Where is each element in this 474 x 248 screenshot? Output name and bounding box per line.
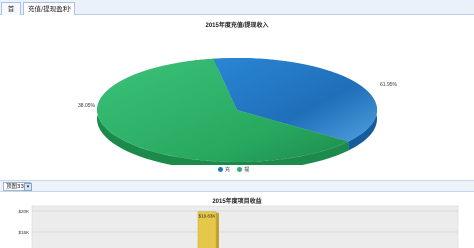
pie-chart [97, 57, 378, 165]
pie-label-blue: 38.05% [78, 103, 95, 109]
legend-label-recharge: 充 [225, 167, 231, 173]
pie-label-green: 61.95% [380, 82, 397, 88]
bar-ytick-label: $15K [18, 230, 29, 235]
bar-ytick-label: $20K [18, 209, 29, 214]
legend-item-withdraw[interactable]: 提 [237, 166, 249, 173]
bar-chart-panel: 2015年度项目收益 $20K $15K $19.83K [0, 192, 474, 248]
legend-marker-green [237, 167, 243, 172]
bar-plot-area [31, 205, 459, 248]
tab-home[interactable]: 首页 [1, 2, 21, 25]
legend-marker-blue [218, 167, 223, 172]
pie-legend: 充 提 [218, 166, 255, 174]
close-icon[interactable]: ✕ [67, 3, 72, 15]
tab-recharge-withdraw[interactable]: 充值/提现盈利 ✕ [23, 2, 75, 15]
chevron-down-icon[interactable]: ▾ [24, 183, 32, 191]
bar-chart: $20K $15K $19.83K [18, 205, 459, 248]
pie-chart-panel: 2015年度充值/提现收入 38.05% 61.95% 充 提 FusionC [0, 15, 474, 192]
legend-label-withdraw: 提 [244, 167, 250, 173]
bar-data-label: $19.83K [199, 214, 216, 219]
tab-recharge-withdraw-label: 充值/提现盈利 [28, 5, 70, 13]
bar-side [216, 212, 219, 248]
tab-bar: 首页 充值/提现盈利 ✕ [0, 0, 474, 25]
filter-toolbar: 顶图33 ▾ [0, 180, 474, 192]
legend-item-recharge[interactable]: 充 [218, 166, 230, 173]
